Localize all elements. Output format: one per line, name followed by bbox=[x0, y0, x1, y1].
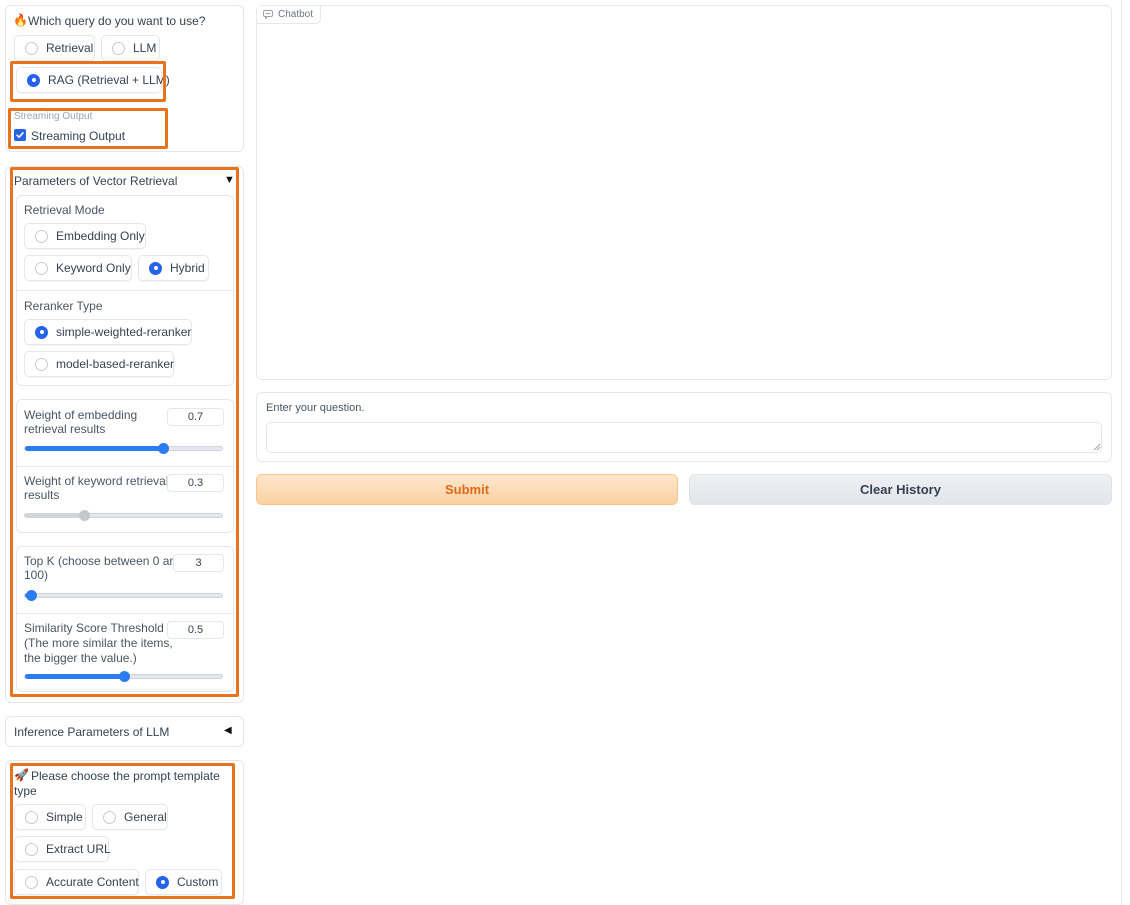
radio-selected-icon bbox=[35, 325, 48, 339]
query-title: Which query do you want to use? bbox=[28, 14, 206, 28]
radio-icon bbox=[25, 842, 38, 856]
retrieval-mode-hybrid[interactable]: Hybrid bbox=[138, 255, 209, 281]
option-label: General bbox=[124, 810, 167, 824]
slider-label-line: Similarity Score Threshold bbox=[24, 621, 164, 635]
embedding-weight-input[interactable]: 0.7 bbox=[167, 408, 224, 426]
top-k-input[interactable]: 3 bbox=[173, 554, 224, 572]
streaming-checkbox[interactable] bbox=[14, 129, 26, 141]
option-label: Accurate Content bbox=[46, 875, 139, 889]
chatbot-label: Chatbot bbox=[278, 9, 314, 20]
radio-icon bbox=[112, 41, 125, 55]
slider-fill bbox=[25, 513, 85, 518]
reranker-simple-weighted[interactable]: simple-weighted-reranker bbox=[24, 319, 192, 345]
radio-icon bbox=[25, 875, 38, 889]
slider-thumb[interactable] bbox=[157, 443, 169, 454]
option-label: Custom bbox=[177, 875, 219, 889]
question-label: Enter your question. bbox=[266, 402, 365, 414]
question-input[interactable] bbox=[266, 422, 1102, 453]
option-label: simple-weighted-reranker bbox=[56, 325, 192, 339]
resize-handle-icon[interactable] bbox=[1093, 443, 1101, 451]
slider-label-line: results bbox=[24, 488, 60, 502]
radio-icon bbox=[35, 261, 48, 275]
reranker-type-label: Reranker Type bbox=[24, 299, 103, 313]
top-k-slider[interactable] bbox=[24, 590, 223, 601]
option-label: Hybrid bbox=[170, 261, 205, 275]
radio-icon bbox=[25, 41, 38, 55]
query-option-retrieval[interactable]: Retrieval bbox=[14, 35, 95, 61]
option-label: Simple bbox=[46, 810, 83, 824]
prompt-option-custom[interactable]: Custom bbox=[145, 869, 222, 895]
radio-icon bbox=[103, 810, 116, 824]
prompt-title-line: Please choose the prompt template bbox=[31, 769, 220, 783]
similarity-threshold-slider[interactable] bbox=[24, 671, 223, 682]
vector-retrieval-header[interactable]: Parameters of Vector Retrieval bbox=[14, 174, 177, 188]
chat-icon bbox=[263, 10, 273, 19]
slider-label-line: the bigger the value.) bbox=[24, 651, 137, 665]
similarity-threshold-input[interactable]: 0.5 bbox=[167, 621, 224, 639]
embedding-weight-slider[interactable] bbox=[24, 443, 223, 454]
llm-inference-header[interactable]: Inference Parameters of LLM bbox=[14, 725, 169, 739]
slider-fill bbox=[25, 674, 124, 679]
retrieval-mode-keyword[interactable]: Keyword Only bbox=[24, 255, 132, 281]
radio-icon bbox=[25, 810, 38, 824]
check-icon bbox=[16, 132, 24, 138]
retrieval-mode-embedding[interactable]: Embedding Only bbox=[24, 223, 146, 249]
slider-label: Top K (choose between 0 and 100) bbox=[24, 554, 183, 582]
option-label: Extract URL bbox=[46, 842, 111, 856]
triangle-down-icon[interactable]: ▼ bbox=[224, 174, 235, 186]
slider-label-line: Weight of embedding bbox=[24, 408, 138, 422]
slider-label-line: (The more similar the items, bbox=[24, 636, 173, 650]
option-label: Retrieval bbox=[46, 41, 94, 55]
option-label: RAG (Retrieval + LLM) bbox=[48, 73, 170, 87]
option-label: LLM bbox=[133, 41, 157, 55]
divider bbox=[17, 466, 233, 467]
radio-selected-icon bbox=[156, 875, 169, 889]
prompt-option-accurate-content[interactable]: Accurate Content bbox=[14, 869, 139, 895]
option-label: model-based-reranker bbox=[56, 357, 175, 371]
streaming-label: Streaming Output bbox=[14, 111, 93, 122]
prompt-template-title: Please choose the prompt template type bbox=[14, 769, 220, 799]
divider bbox=[17, 290, 233, 291]
slider-label-line: retrieval results bbox=[24, 422, 106, 436]
option-label: Embedding Only bbox=[56, 229, 145, 243]
fire-icon: 🔥 bbox=[13, 13, 28, 27]
slider-label-line: Top K (choose between 0 and bbox=[24, 554, 183, 568]
slider-label: Similarity Score Threshold (The more sim… bbox=[24, 621, 173, 666]
prompt-option-simple[interactable]: Simple bbox=[14, 804, 86, 830]
chatbot-tag: Chatbot bbox=[257, 6, 322, 24]
slider-thumb[interactable] bbox=[118, 671, 130, 682]
prompt-option-general[interactable]: General bbox=[92, 804, 168, 830]
divider bbox=[17, 613, 233, 614]
clear-history-button[interactable]: Clear History bbox=[689, 474, 1112, 505]
prompt-option-extract-url[interactable]: Extract URL bbox=[14, 836, 111, 862]
window-edge bbox=[1121, 0, 1122, 905]
keyword-weight-input[interactable]: 0.3 bbox=[167, 474, 224, 492]
radio-selected-icon bbox=[149, 261, 162, 275]
slider-label: Weight of keyword retrieval results bbox=[24, 474, 169, 502]
slider-label-line: 100) bbox=[24, 568, 49, 582]
chatbot-area bbox=[256, 5, 1112, 380]
streaming-checkbox-label[interactable]: Streaming Output bbox=[31, 129, 125, 143]
query-option-llm[interactable]: LLM bbox=[101, 35, 160, 61]
slider-fill bbox=[25, 446, 163, 451]
radio-selected-icon bbox=[27, 73, 40, 87]
triangle-left-icon[interactable]: ◀ bbox=[224, 725, 232, 736]
retrieval-mode-label: Retrieval Mode bbox=[24, 203, 105, 217]
reranker-model-based[interactable]: model-based-reranker bbox=[24, 351, 174, 377]
slider-label-line: Weight of keyword retrieval bbox=[24, 474, 169, 488]
radio-icon bbox=[35, 229, 48, 243]
keyword-weight-slider[interactable] bbox=[24, 510, 223, 521]
radio-icon bbox=[35, 357, 48, 371]
submit-button[interactable]: Submit bbox=[256, 474, 678, 505]
slider-label: Weight of embedding retrieval results bbox=[24, 408, 137, 436]
query-option-rag[interactable]: RAG (Retrieval + LLM) bbox=[16, 67, 170, 93]
slider-thumb[interactable] bbox=[25, 590, 37, 601]
prompt-title-line: type bbox=[14, 784, 37, 798]
option-label: Keyword Only bbox=[56, 261, 131, 275]
